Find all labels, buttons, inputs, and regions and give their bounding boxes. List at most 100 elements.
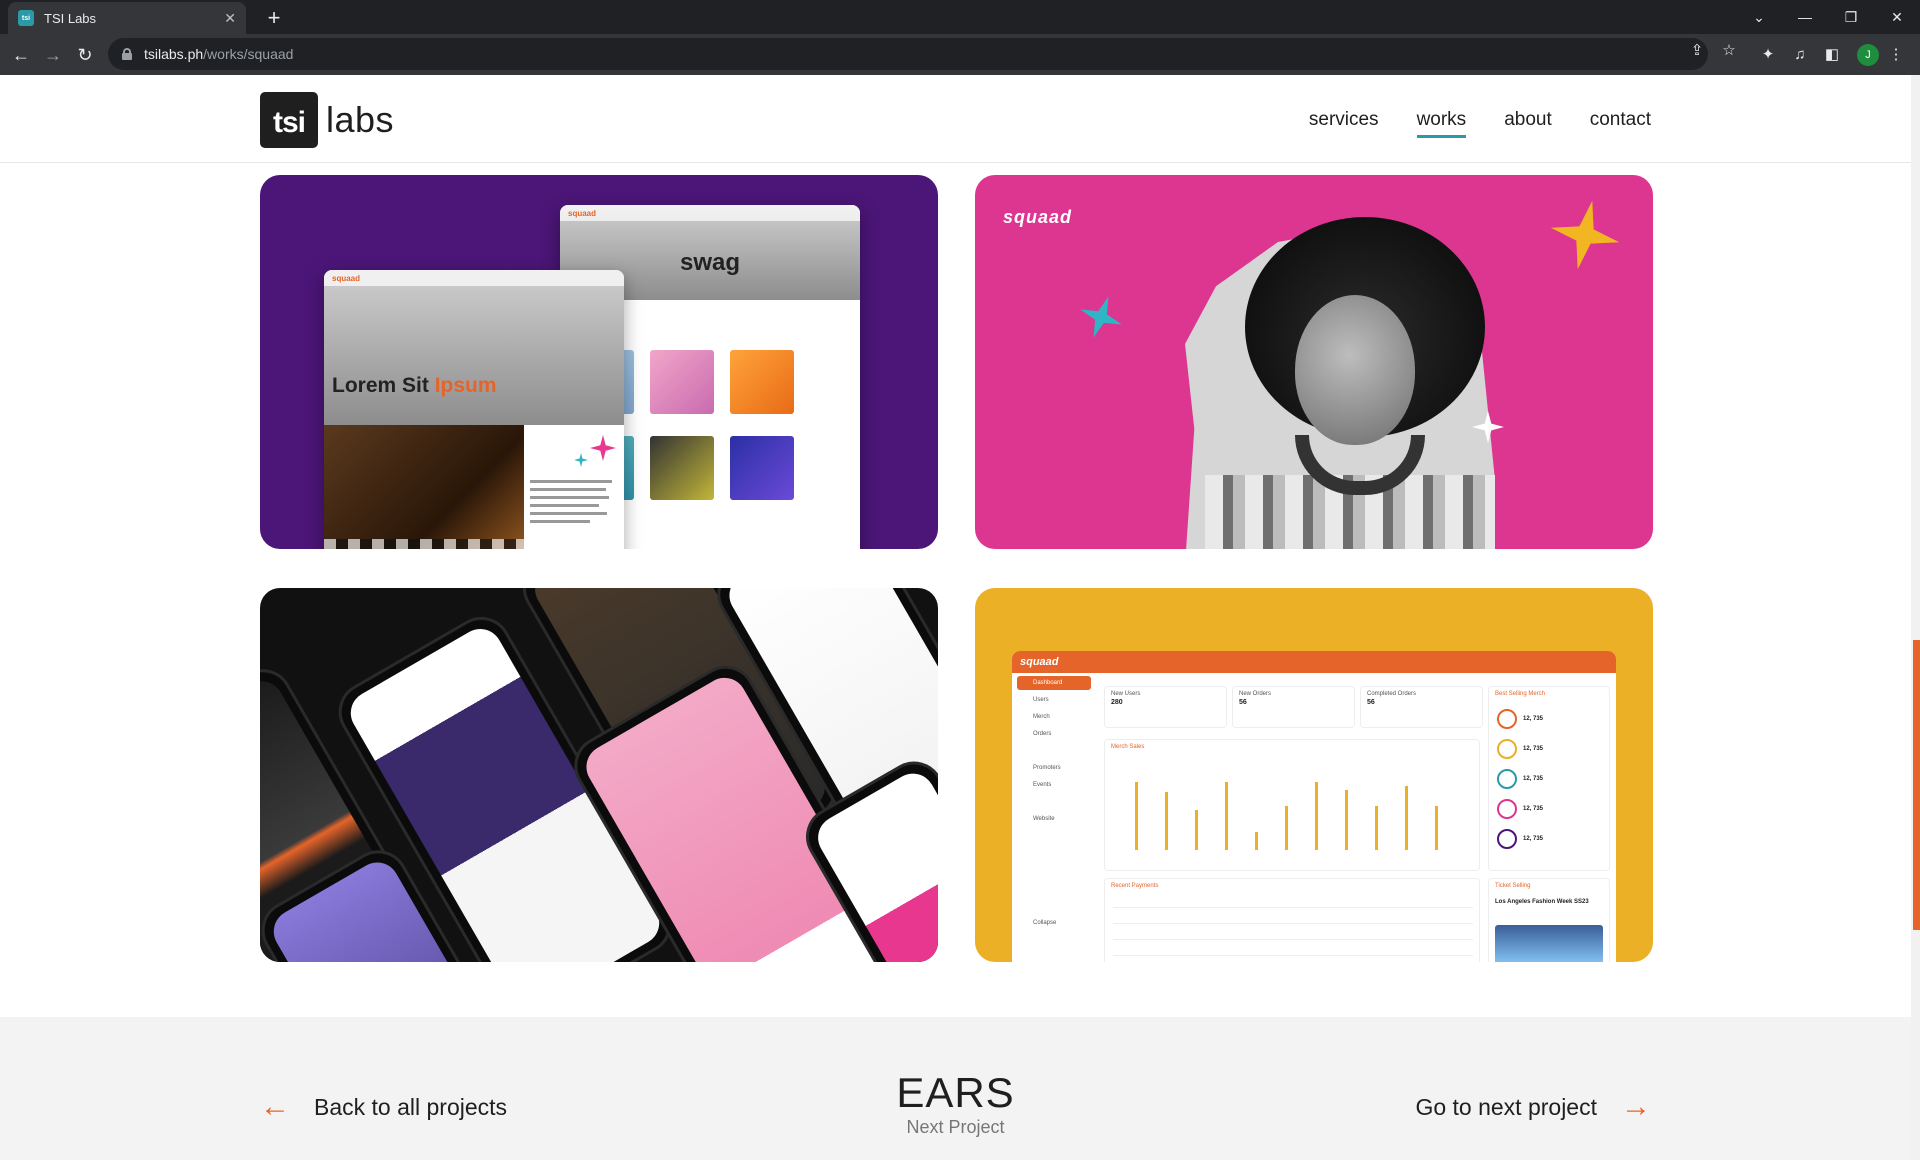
dash-nav-promoters: Promoters — [1033, 765, 1061, 771]
next-project-link[interactable]: Go to next project → — [1415, 1092, 1651, 1122]
product-thumb — [730, 350, 794, 414]
headline-part-a: Lorem Sit — [332, 374, 429, 397]
dash-nav-dashboard: Dashboard — [1017, 676, 1091, 690]
tab-title: TSI Labs — [44, 10, 97, 26]
page-scrollbar[interactable] — [1911, 75, 1920, 1160]
extensions-icon[interactable]: ✦ — [1756, 42, 1780, 66]
stat-card: New Orders 56 — [1232, 686, 1355, 728]
product-thumb — [730, 436, 794, 500]
gallery-image-mobile-app[interactable] — [260, 588, 938, 962]
chart-bar — [1285, 806, 1288, 850]
chart-bar — [1405, 786, 1408, 850]
chart-bar — [1225, 782, 1228, 850]
event-photo — [1495, 925, 1603, 962]
dashboard-mockup: squaad Dashboard Users Merch Orders Prom… — [1012, 651, 1616, 962]
mockup-navbar: squaad — [324, 270, 624, 286]
chart-bar — [1165, 792, 1168, 850]
nav-works[interactable]: works — [1416, 109, 1466, 138]
back-icon[interactable]: ← — [6, 40, 36, 70]
side-panel-icon[interactable]: ◧ — [1820, 42, 1844, 66]
pink-star-icon — [590, 435, 616, 461]
site-header: tsi labs services works about contact — [0, 75, 1920, 163]
menu-icon[interactable]: ⋮ — [1884, 42, 1908, 66]
nav-about[interactable]: about — [1504, 109, 1552, 135]
nav-contact[interactable]: contact — [1590, 109, 1651, 135]
white-star-icon — [1472, 411, 1504, 443]
profile-avatar[interactable]: J — [1857, 44, 1879, 66]
bookmark-star-icon[interactable]: ☆ — [1717, 38, 1741, 62]
scrollbar-thumb[interactable] — [1913, 640, 1920, 930]
logo-mark: tsi — [260, 92, 318, 148]
ticket-event: Los Angeles Fashion Week SS23 — [1495, 899, 1589, 905]
checkered-floor — [324, 539, 524, 549]
site-favicon-icon: tsi — [18, 10, 34, 26]
dash-nav-website: Website — [1033, 816, 1055, 822]
squaad-logo: squaad — [1003, 207, 1073, 227]
dash-nav-merch: Merch — [1033, 714, 1050, 720]
headline-part-b: Ipsum — [434, 374, 497, 397]
product-thumb — [650, 350, 714, 414]
gallery-image-dashboard[interactable]: squaad Dashboard Users Merch Orders Prom… — [975, 588, 1653, 962]
chart-bar — [1135, 782, 1138, 850]
url-path: /works/squaad — [203, 46, 294, 62]
chart-bar — [1255, 832, 1258, 850]
portrait-face — [1295, 295, 1415, 445]
close-tab-icon[interactable]: ✕ — [224, 10, 236, 27]
ticket-title: Ticket Selling — [1495, 883, 1531, 889]
browser-toolbar: ← → ↻ tsilabs.ph/works/squaad ⇪ ☆ ✦ ♫ ◧ … — [0, 34, 1920, 75]
dash-nav-orders: Orders — [1033, 731, 1052, 737]
reload-icon[interactable]: ↻ — [70, 40, 100, 70]
mockup-headline: Lorem Sit Ipsum — [332, 374, 497, 398]
product-thumb — [650, 436, 714, 500]
browser-tabbar: tsi TSI Labs ✕ + ⌄ — ❐ ✕ — [0, 0, 1920, 34]
forward-icon[interactable]: → — [38, 40, 68, 70]
logo-wordmark: labs — [326, 99, 395, 140]
stat-card: New Users 280 — [1104, 686, 1227, 728]
main-nav: services works about contact — [1309, 109, 1651, 138]
site-logo[interactable]: tsi labs — [260, 92, 394, 148]
share-icon[interactable]: ⇪ — [1685, 38, 1709, 62]
url-host: tsilabs.ph — [144, 46, 204, 62]
chart-bar — [1375, 806, 1378, 850]
merch-sales-chart: Merch Sales — [1104, 739, 1480, 871]
chart-bar — [1345, 790, 1348, 850]
teal-star-icon — [1080, 296, 1122, 338]
new-tab-icon[interactable]: + — [260, 4, 288, 32]
arrow-right-icon: → — [1621, 1090, 1651, 1123]
minimize-icon[interactable]: — — [1782, 0, 1828, 34]
party-photo — [324, 425, 524, 549]
chart-bar — [1315, 782, 1318, 850]
best-selling-merch: Best Selling Merch 12, 735 12, 735 12, 7… — [1488, 686, 1610, 871]
restore-icon[interactable]: ❐ — [1828, 0, 1874, 34]
dash-nav-events: Events — [1033, 782, 1052, 788]
dashboard-sidebar: Dashboard Users Merch Orders Promoters E… — [1012, 673, 1096, 962]
close-window-icon[interactable]: ✕ — [1874, 0, 1920, 34]
teal-star-icon — [574, 453, 588, 467]
mockup-body-text — [530, 480, 616, 528]
lock-icon — [122, 48, 132, 60]
mockup-hero-image — [324, 270, 624, 425]
ticket-selling: Ticket Selling Los Angeles Fashion Week … — [1488, 878, 1610, 962]
dashboard-topbar: squaad — [1012, 651, 1616, 673]
project-navigation: ← Back to all projects EARS Next Project… — [0, 1017, 1920, 1160]
best-title: Best Selling Merch — [1495, 691, 1546, 697]
dash-nav-collapse: Collapse — [1033, 920, 1057, 926]
gallery-image-web-mockups[interactable]: squaad swag squaad Lorem Sit Ipsum — [260, 175, 938, 549]
recent-payments: Recent Payments — [1104, 878, 1480, 962]
chart-bar — [1195, 810, 1198, 850]
dash-nav-users: Users — [1033, 697, 1049, 703]
next-label: Go to next project — [1415, 1093, 1597, 1120]
mockup-logo: squaad — [568, 209, 597, 218]
nav-services[interactable]: services — [1309, 109, 1379, 135]
media-icon[interactable]: ♫ — [1788, 42, 1812, 66]
address-bar[interactable]: tsilabs.ph/works/squaad — [108, 38, 1708, 70]
mockup-landing-page: squaad Lorem Sit Ipsum — [324, 270, 624, 549]
yellow-star-icon — [1550, 200, 1620, 270]
browser-tab[interactable]: tsi TSI Labs ✕ — [8, 2, 246, 34]
payments-title: Recent Payments — [1111, 883, 1159, 889]
stat-card: Completed Orders 56 — [1360, 686, 1483, 728]
mockup-logo: squaad — [332, 274, 361, 283]
tab-search-icon[interactable]: ⌄ — [1736, 0, 1782, 34]
mockup-navbar: squaad — [560, 205, 860, 221]
gallery-image-portrait[interactable]: squaad — [975, 175, 1653, 549]
